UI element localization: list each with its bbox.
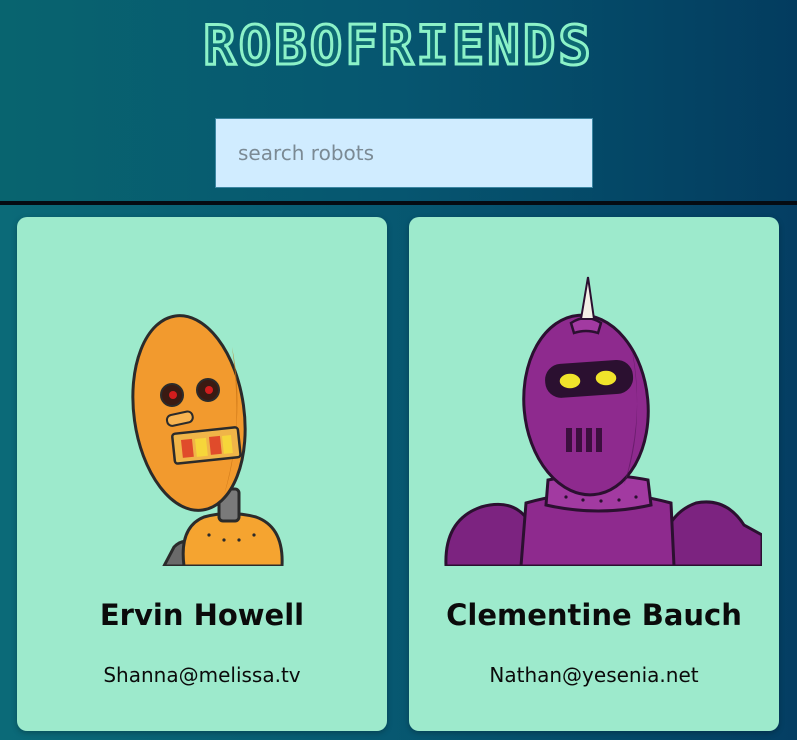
robot-name: Ervin Howell	[99, 598, 305, 632]
robot-image	[34, 235, 370, 566]
robot-image	[426, 235, 762, 566]
robot-email: Nathan@yesenia.net	[489, 663, 699, 687]
search-input[interactable]	[215, 118, 593, 188]
orange-robot-avatar-icon	[131, 314, 284, 566]
app-header: ROBOFRIENDS	[0, 0, 797, 201]
app-title: ROBOFRIENDS	[202, 13, 594, 79]
robot-card[interactable]: Clementine Bauch Nathan@yesenia.net	[409, 217, 779, 731]
robot-email: Shanna@melissa.tv	[103, 663, 301, 687]
robot-card[interactable]: Ervin Howell Shanna@melissa.tv	[17, 217, 387, 731]
purple-robot-avatar-icon	[444, 276, 762, 566]
robot-name: Clementine Bauch	[446, 598, 742, 632]
header-divider	[0, 201, 797, 205]
